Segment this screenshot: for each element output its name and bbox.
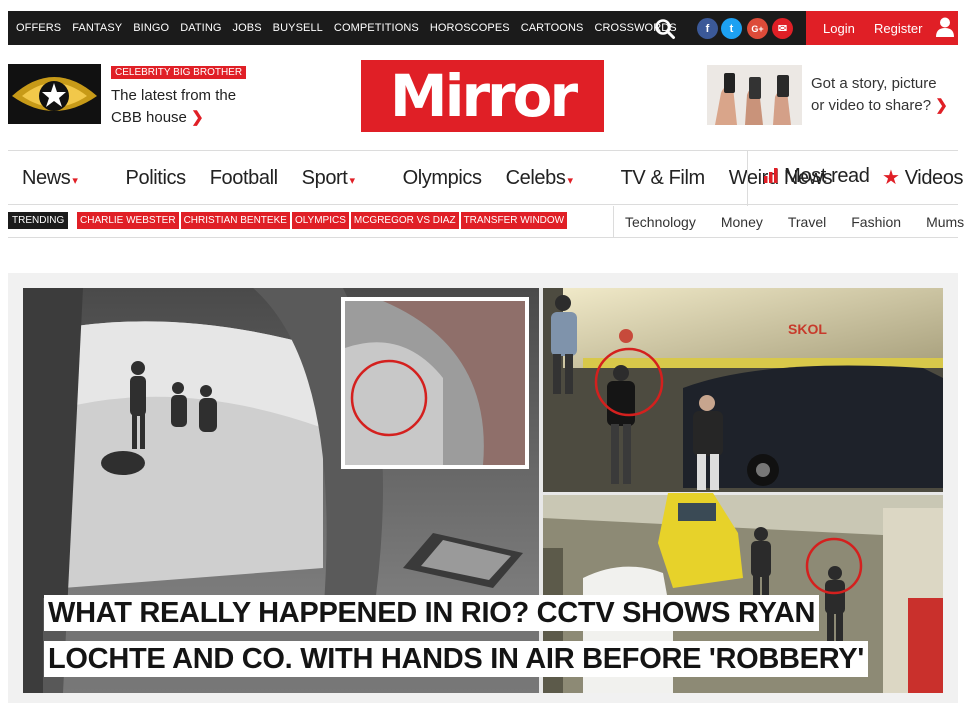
sub-nav-money[interactable]: Money <box>721 214 763 230</box>
nav-sport[interactable]: Sport ▾ <box>302 167 379 190</box>
story-share-text[interactable]: Got a story, picture or video to share? … <box>811 73 951 117</box>
chevron-down-icon: ▾ <box>72 175 78 187</box>
hero-headline-text: WHAT REALLY HAPPENED IN RIO? CCTV SHOWS … <box>44 595 868 677</box>
star-icon: ★ <box>882 167 900 189</box>
bar-chart-icon <box>764 168 778 183</box>
sub-nav-travel[interactable]: Travel <box>788 214 826 230</box>
trending-tag[interactable]: OLYMPICS <box>291 212 349 229</box>
videos-label: Videos <box>904 167 964 189</box>
story-hands-image[interactable] <box>707 65 802 125</box>
main-nav: News ▾ Politics Football Sport ▾ Olympics … <box>22 151 856 206</box>
auth-area: Login Register <box>806 11 958 45</box>
chevron-right-icon: ❯ <box>191 109 204 126</box>
top-nav-competitions[interactable]: COMPETITIONS <box>334 22 419 34</box>
top-bar: OFFERS FANTASY BINGO DATING JOBS BUYSELL… <box>8 11 958 45</box>
sub-nav-fashion[interactable]: Fashion <box>851 214 901 230</box>
trending-tags: CHARLIE WEBSTER CHRISTIAN BENTEKE OLYMPI… <box>77 212 569 229</box>
nav-olympics[interactable]: Olympics <box>403 167 482 190</box>
videos-link[interactable]: ★ Videos <box>882 165 964 190</box>
top-nav-dating[interactable]: DATING <box>180 22 221 34</box>
top-nav-buysell[interactable]: BUYSELL <box>273 22 323 34</box>
cbb-promo-label: The latest from the CBB house <box>111 87 237 126</box>
sub-nav-mums[interactable]: Mums <box>926 214 964 230</box>
chevron-right-icon: ❯ <box>935 97 948 114</box>
nav-divider <box>747 151 748 206</box>
top-nav-horoscopes[interactable]: HOROSCOPES <box>430 22 510 34</box>
nav-news-label: News <box>22 167 71 189</box>
twitter-icon[interactable]: t <box>721 18 742 39</box>
cbb-eye-logo[interactable] <box>8 64 101 124</box>
hero-headline[interactable]: WHAT REALLY HAPPENED IN RIO? CCTV SHOWS … <box>44 590 884 682</box>
user-icon[interactable] <box>936 17 954 37</box>
chevron-down-icon: ▾ <box>349 175 355 187</box>
top-nav-jobs[interactable]: JOBS <box>233 22 262 34</box>
top-nav-fantasy[interactable]: FANTASY <box>72 22 122 34</box>
trending-label: TRENDING <box>8 212 69 229</box>
sub-nav: Technology Money Travel Fashion Mums <box>625 214 964 230</box>
top-nav-bingo[interactable]: BINGO <box>133 22 169 34</box>
nav-news[interactable]: News ▾ <box>22 167 102 190</box>
top-nav-offers[interactable]: OFFERS <box>16 22 61 34</box>
nav-celebs[interactable]: Celebs ▾ <box>506 167 597 190</box>
sub-nav-divider <box>613 206 614 238</box>
facebook-icon[interactable]: f <box>697 18 718 39</box>
skol-sign-text: SKOL <box>788 321 827 337</box>
cbb-tag[interactable]: CELEBRITY BIG BROTHER <box>111 66 247 79</box>
nav-sport-label: Sport <box>301 167 348 189</box>
cbb-promo-text[interactable]: The latest from the CBB house ❯ <box>111 85 261 129</box>
nav-football[interactable]: Football <box>210 167 278 190</box>
top-nav: OFFERS FANTASY BINGO DATING JOBS BUYSELL… <box>16 11 688 45</box>
story-share-label: Got a story, picture or video to share? <box>811 75 937 114</box>
most-read-label: Most read <box>784 165 870 187</box>
mirror-logo[interactable]: Mirror <box>361 60 604 132</box>
chevron-down-icon: ▾ <box>567 175 573 187</box>
trending-tag[interactable]: CHARLIE WEBSTER <box>77 212 179 229</box>
trending-bar: TRENDING CHARLIE WEBSTER CHRISTIAN BENTE… <box>8 206 964 238</box>
nav-politics[interactable]: Politics <box>126 167 187 190</box>
email-icon[interactable]: ✉ <box>772 18 793 39</box>
trending-tag[interactable]: CHRISTIAN BENTEKE <box>180 212 290 229</box>
register-button[interactable]: Register <box>874 21 922 36</box>
main-nav-bar: News ▾ Politics Football Sport ▾ Olympics … <box>8 150 964 206</box>
trending-tag[interactable]: TRANSFER WINDOW <box>460 212 568 229</box>
googleplus-icon[interactable]: G+ <box>747 18 768 39</box>
most-read-link[interactable]: Most read <box>763 165 870 188</box>
trending-tag[interactable]: MCGREGOR VS DIAZ <box>350 212 459 229</box>
nav-celebs-label: Celebs <box>505 167 566 189</box>
sub-nav-technology[interactable]: Technology <box>625 214 696 230</box>
login-button[interactable]: Login <box>823 21 855 36</box>
search-icon[interactable] <box>654 18 676 40</box>
top-nav-cartoons[interactable]: CARTOONS <box>521 22 584 34</box>
nav-tv-film[interactable]: TV & Film <box>621 167 706 190</box>
